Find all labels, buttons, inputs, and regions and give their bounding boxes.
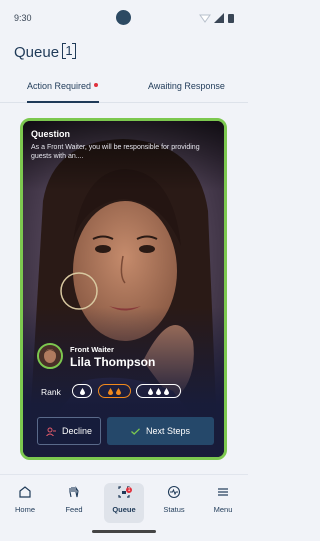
- nav-label: Menu: [213, 505, 233, 514]
- tab-label: Awaiting Response: [148, 81, 225, 91]
- notification-dot: [94, 83, 99, 87]
- nav-menu[interactable]: Menu: [203, 485, 243, 514]
- flame-icon: [108, 387, 113, 395]
- menu-icon: [218, 488, 228, 496]
- avatar: [37, 343, 63, 369]
- candidate-name: Lila Thompson: [70, 355, 156, 369]
- nav-label: Feed: [65, 505, 83, 514]
- next-steps-label: Next Steps: [145, 426, 191, 436]
- decline-button[interactable]: Decline: [37, 417, 101, 445]
- status-icons: [199, 13, 234, 23]
- camera-cutout: [116, 10, 131, 25]
- drop-icon: [156, 387, 161, 395]
- nav-status[interactable]: Status: [154, 485, 194, 514]
- page-header: Queue 1: [0, 38, 248, 70]
- rank-label: Rank: [41, 387, 61, 397]
- decline-label: Decline: [61, 426, 92, 436]
- home-indicator: [92, 530, 156, 533]
- tab-action-required[interactable]: Action Required: [27, 81, 99, 91]
- tab-awaiting-response[interactable]: Awaiting Response: [148, 81, 225, 91]
- rank-level-2[interactable]: [98, 384, 131, 398]
- nav-label: Home: [14, 505, 35, 514]
- check-icon: [131, 427, 140, 435]
- nav-queue[interactable]: 1 Queue: [104, 483, 144, 523]
- candidate-card[interactable]: Question As a Front Waiter, you will be …: [20, 118, 227, 460]
- active-tab-indicator: [27, 101, 99, 103]
- drop-icon: [164, 387, 169, 395]
- remove-user-icon: [46, 427, 56, 436]
- question-text: As a Front Waiter, you will be responsib…: [31, 144, 200, 160]
- rank-level-3[interactable]: [136, 384, 181, 398]
- nav-label: Status: [163, 505, 185, 514]
- status-icon: [167, 485, 181, 499]
- queue-badge: 1: [126, 487, 132, 493]
- page-title: Queue: [14, 44, 60, 61]
- battery-icon: [228, 14, 234, 23]
- status-time: 9:30: [14, 13, 32, 23]
- home-icon: [19, 486, 31, 498]
- status-bar: 9:30: [0, 0, 248, 38]
- nav-feed[interactable]: Feed: [54, 485, 94, 514]
- question-label: Question: [31, 129, 71, 139]
- nav-label: Queue: [112, 505, 136, 514]
- tab-label: Action Required: [27, 81, 92, 91]
- next-steps-button[interactable]: Next Steps: [107, 417, 214, 445]
- hand-icon: [69, 486, 79, 498]
- wifi-icon: [199, 14, 211, 23]
- drop-icon: [148, 387, 153, 395]
- rank-level-1[interactable]: [72, 384, 92, 398]
- candidate-role: Front Waiter: [70, 345, 114, 354]
- queue-count: 1: [62, 42, 76, 60]
- flame-icon: [116, 387, 121, 395]
- nav-home[interactable]: Home: [5, 485, 45, 514]
- drop-icon: [79, 387, 85, 395]
- tab-bar: Action Required Awaiting Response: [0, 72, 248, 103]
- signal-icon: [214, 13, 224, 23]
